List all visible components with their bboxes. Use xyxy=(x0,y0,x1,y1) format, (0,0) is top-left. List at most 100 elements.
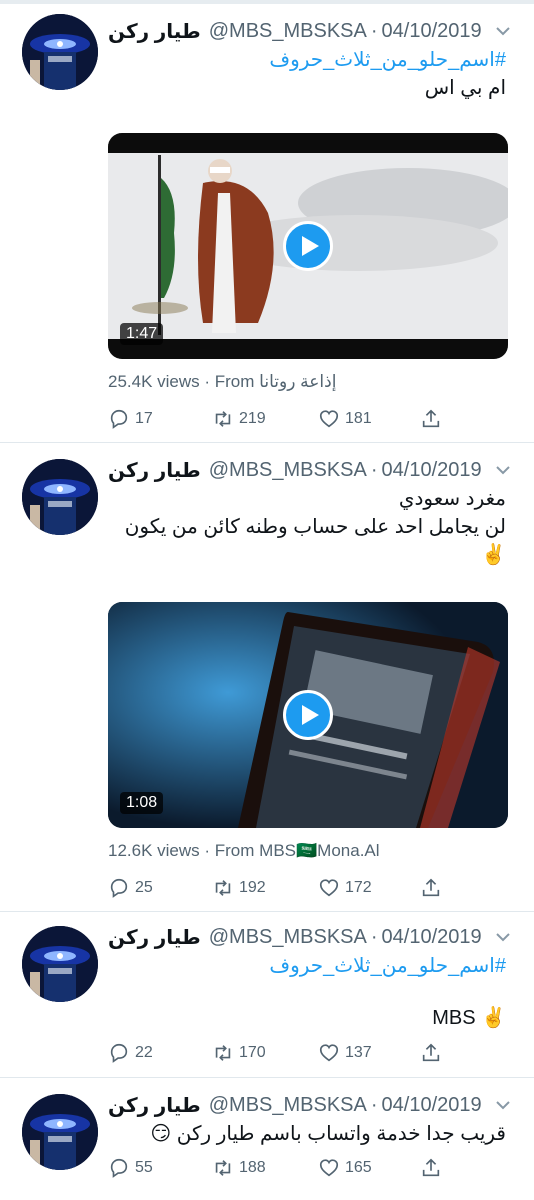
reply-icon xyxy=(110,1043,128,1063)
retweet-icon xyxy=(215,1045,231,1061)
user-handle[interactable]: @MBS_MBSKSA xyxy=(209,459,367,482)
like-count: 172 xyxy=(345,879,372,896)
reply-count: 17 xyxy=(135,410,153,427)
video-views: 25.4K views · From إذاعة روتانا xyxy=(108,372,336,392)
avatar-image xyxy=(22,459,98,535)
heart-icon xyxy=(319,1159,339,1177)
video-source[interactable]: MBS🇸🇦Mona.Al xyxy=(259,841,379,860)
tweet-text: MBS ✌️ xyxy=(432,1007,506,1029)
avatar[interactable] xyxy=(22,926,98,1002)
display-name[interactable]: طيار ركن xyxy=(108,458,201,483)
retweet-button[interactable]: 188 xyxy=(212,1155,266,1181)
like-button[interactable]: 181 xyxy=(318,406,372,432)
reply-icon xyxy=(110,878,128,898)
video-player[interactable]: 1:47 xyxy=(108,133,508,359)
reply-count: 22 xyxy=(135,1044,153,1061)
avatar[interactable] xyxy=(22,459,98,535)
display-name[interactable]: طيار ركن xyxy=(108,19,201,44)
hashtag-link[interactable]: #اسم_حلو_من_ثلاث_حروف xyxy=(108,47,506,73)
reply-icon xyxy=(110,409,128,429)
tweet-actions: 25 192 172 xyxy=(108,875,448,901)
reply-button[interactable]: 17 xyxy=(108,406,153,432)
video-player[interactable]: 1:08 xyxy=(108,602,508,828)
video-duration: 1:08 xyxy=(120,792,164,814)
share-icon xyxy=(422,409,440,428)
heart-icon xyxy=(319,879,339,897)
user-handle[interactable]: @MBS_MBSKSA xyxy=(209,926,367,949)
tweet-header: طيار ركن @MBS_MBSKSA · 04/10/2019 xyxy=(108,455,512,485)
reply-button[interactable]: 55 xyxy=(108,1155,153,1181)
like-button[interactable]: 165 xyxy=(318,1155,372,1181)
tweet-4[interactable]: طيار ركن @MBS_MBSKSA · 04/10/2019 قريب ج… xyxy=(0,1078,534,1200)
play-icon[interactable] xyxy=(283,221,333,271)
like-count: 181 xyxy=(345,410,372,427)
view-count-text: 12.6K views · From xyxy=(108,841,255,860)
video-views: 12.6K views · From MBS🇸🇦Mona.Al xyxy=(108,841,380,861)
chevron-down-icon[interactable] xyxy=(494,928,512,946)
heart-icon xyxy=(319,1044,339,1062)
tweet-date[interactable]: 04/10/2019 xyxy=(382,1094,482,1117)
display-name[interactable]: طيار ركن xyxy=(108,1093,201,1118)
tweet-2[interactable]: طيار ركن @MBS_MBSKSA · 04/10/2019 مغرد س… xyxy=(0,443,534,912)
chevron-down-icon[interactable] xyxy=(494,22,512,40)
retweet-icon xyxy=(215,880,231,896)
chevron-down-icon[interactable] xyxy=(494,1096,512,1114)
tweet-1[interactable]: طيار ركن @MBS_MBSKSA · 04/10/2019 #اسم_ح… xyxy=(0,0,534,443)
view-count-text: 25.4K views · From xyxy=(108,372,255,391)
play-icon[interactable] xyxy=(283,690,333,740)
reply-button[interactable]: 25 xyxy=(108,875,153,901)
reply-count: 25 xyxy=(135,879,153,896)
avatar-image xyxy=(22,1094,98,1170)
separator-dot: · xyxy=(370,458,378,481)
separator-dot: · xyxy=(370,925,378,948)
tweet-actions: 55 188 165 xyxy=(108,1155,448,1181)
share-button[interactable] xyxy=(420,875,447,901)
retweet-button[interactable]: 192 xyxy=(212,875,266,901)
tweet-text: قريب جدا خدمة واتساب باسم طيار ركن 😏 xyxy=(150,1123,506,1145)
retweet-button[interactable]: 170 xyxy=(212,1040,266,1066)
user-handle[interactable]: @MBS_MBSKSA xyxy=(209,20,367,43)
reply-icon xyxy=(110,1158,128,1178)
share-button[interactable] xyxy=(420,406,447,432)
video-duration: 1:47 xyxy=(120,323,164,345)
video-source[interactable]: إذاعة روتانا xyxy=(259,372,336,391)
tweet-emoji: ✌️ xyxy=(481,544,506,566)
tweet-actions: 17 219 181 xyxy=(108,406,448,432)
retweet-icon xyxy=(215,411,231,427)
avatar[interactable] xyxy=(22,14,98,90)
tweet-date[interactable]: 04/10/2019 xyxy=(382,926,482,949)
tweet-actions: 22 170 137 xyxy=(108,1040,448,1066)
share-icon xyxy=(422,1158,440,1177)
avatar[interactable] xyxy=(22,1094,98,1170)
retweet-icon xyxy=(215,1160,231,1176)
tweet-date[interactable]: 04/10/2019 xyxy=(382,459,482,482)
tweet-text: مغرد سعودي xyxy=(398,488,506,510)
share-icon xyxy=(422,1043,440,1062)
tweet-text: لن يجامل احد على حساب وطنه كائن من يكون xyxy=(124,516,506,538)
tweet-date[interactable]: 04/10/2019 xyxy=(382,20,482,43)
user-handle[interactable]: @MBS_MBSKSA xyxy=(209,1094,367,1117)
display-name[interactable]: طيار ركن xyxy=(108,925,201,950)
share-icon xyxy=(422,878,440,897)
tweet-text: ام بي اس xyxy=(424,77,506,99)
like-button[interactable]: 172 xyxy=(318,875,372,901)
reply-count: 55 xyxy=(135,1159,153,1176)
retweet-count: 219 xyxy=(239,410,266,427)
avatar-image xyxy=(22,14,98,90)
like-count: 165 xyxy=(345,1159,372,1176)
like-count: 137 xyxy=(345,1044,372,1061)
tweet-3[interactable]: طيار ركن @MBS_MBSKSA · 04/10/2019 #اسم_ح… xyxy=(0,912,534,1078)
retweet-count: 188 xyxy=(239,1159,266,1176)
share-button[interactable] xyxy=(420,1155,447,1181)
retweet-button[interactable]: 219 xyxy=(212,406,266,432)
heart-icon xyxy=(319,410,339,428)
share-button[interactable] xyxy=(420,1040,447,1066)
reply-button[interactable]: 22 xyxy=(108,1040,153,1066)
like-button[interactable]: 137 xyxy=(318,1040,372,1066)
hashtag-link[interactable]: #اسم_حلو_من_ثلاث_حروف xyxy=(108,953,506,979)
avatar-image xyxy=(22,926,98,1002)
chevron-down-icon[interactable] xyxy=(494,461,512,479)
separator-dot: · xyxy=(370,1093,378,1116)
tweet-header: طيار ركن @MBS_MBSKSA · 04/10/2019 xyxy=(108,922,512,952)
retweet-count: 192 xyxy=(239,879,266,896)
